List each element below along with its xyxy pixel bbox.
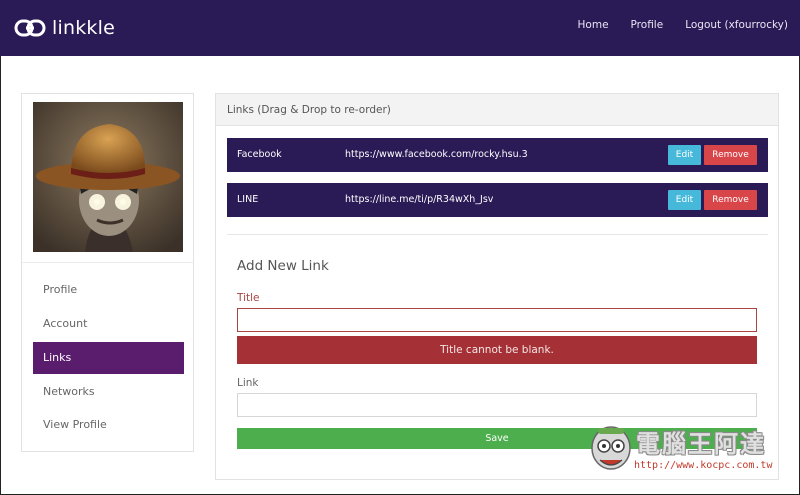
- brand-logo[interactable]: linkkle: [14, 14, 115, 42]
- sidebar-item-links[interactable]: Links: [33, 342, 184, 374]
- link-label: Link: [237, 377, 259, 389]
- brand-name: linkkle: [52, 17, 115, 39]
- edit-button[interactable]: Edit: [668, 190, 701, 210]
- add-link-heading: Add New Link: [237, 258, 329, 274]
- panel-heading: Links (Drag & Drop to re-order): [216, 94, 778, 126]
- sidebar-item-account[interactable]: Account: [33, 308, 184, 340]
- nav-links: Home Profile Logout (xfourrocky): [578, 19, 788, 31]
- nav-profile-link[interactable]: Profile: [631, 19, 664, 31]
- sidebar-item-view-profile[interactable]: View Profile: [33, 409, 184, 441]
- link-url: https://www.facebook.com/rocky.hsu.3: [345, 149, 528, 160]
- chain-link-icon: [14, 19, 46, 37]
- sidebar-divider: [22, 262, 193, 263]
- link-title: LINE: [237, 194, 259, 205]
- link-input[interactable]: [237, 393, 757, 417]
- title-error-message: Title cannot be blank.: [237, 336, 757, 364]
- section-divider: [227, 234, 768, 235]
- link-row-facebook[interactable]: Facebook https://www.facebook.com/rocky.…: [227, 138, 768, 172]
- links-panel: Links (Drag & Drop to re-order) Facebook…: [215, 93, 779, 480]
- nav-logout-link[interactable]: Logout (xfourrocky): [685, 19, 788, 31]
- sidebar-item-networks[interactable]: Networks: [33, 376, 184, 408]
- remove-button[interactable]: Remove: [704, 145, 757, 165]
- title-input[interactable]: [237, 308, 757, 332]
- save-button[interactable]: Save: [237, 428, 757, 449]
- title-label: Title: [237, 292, 260, 304]
- remove-button[interactable]: Remove: [704, 190, 757, 210]
- link-row-line[interactable]: LINE https://line.me/ti/p/R34wXh_Jsv Edi…: [227, 183, 768, 217]
- link-title: Facebook: [237, 149, 282, 160]
- link-url: https://line.me/ti/p/R34wXh_Jsv: [345, 194, 494, 205]
- nav-home-link[interactable]: Home: [578, 19, 609, 31]
- top-navbar: linkkle Home Profile Logout (xfourrocky): [0, 0, 800, 56]
- avatar: [33, 102, 183, 252]
- sidebar: Profile Account Links Networks View Prof…: [21, 93, 194, 452]
- edit-button[interactable]: Edit: [668, 145, 701, 165]
- avatar-illustration: [33, 102, 183, 252]
- sidebar-item-profile[interactable]: Profile: [33, 274, 184, 306]
